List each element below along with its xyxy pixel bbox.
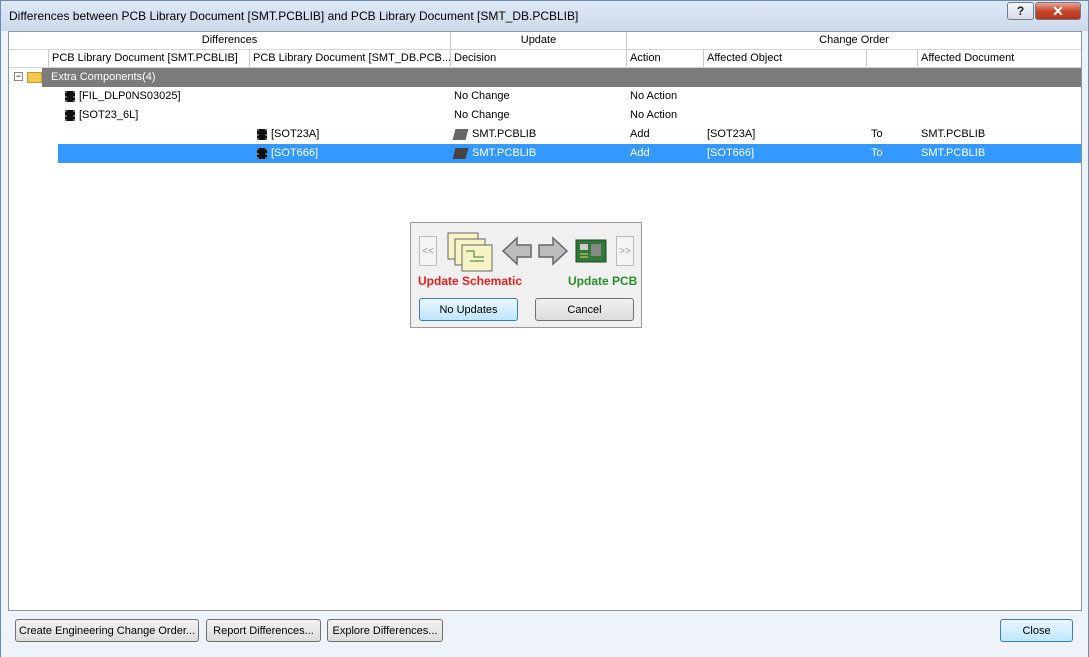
- column-header-affected-object[interactable]: Affected Object: [704, 50, 867, 67]
- column-header-doc2[interactable]: PCB Library Document [SMT_DB.PCB...: [250, 50, 451, 67]
- window-close-button[interactable]: ✕: [1035, 2, 1081, 20]
- group-row-extra-components[interactable]: Extra Components(4): [42, 68, 1081, 87]
- group-header-row: Differences Update Change Order: [9, 32, 1081, 50]
- close-button[interactable]: Close: [1000, 619, 1073, 642]
- table-row[interactable]: [SOT23_6L] No Change No Action: [9, 106, 1081, 125]
- affected-document-cell: SMT.PCBLIB: [921, 128, 986, 140]
- action-cell: No Action: [630, 90, 678, 102]
- close-icon: ✕: [1052, 2, 1064, 19]
- to-cell: To: [871, 147, 883, 159]
- schematic-documents-icon: [447, 232, 493, 272]
- update-direction-popup: << >> Update Schematic Update PCB No Upd…: [410, 222, 642, 328]
- header-differences[interactable]: Differences: [9, 32, 451, 49]
- doc1-cell: [SOT23_6L]: [65, 106, 138, 125]
- component-icon: [257, 147, 267, 159]
- doc1-cell: [FIL_DLP0NS03025]: [65, 87, 181, 106]
- affected-object-cell: [SOT23A]: [707, 128, 756, 140]
- to-cell: To: [871, 128, 883, 140]
- column-header-row: PCB Library Document [SMT.PCBLIB] PCB Li…: [9, 50, 1081, 68]
- component-icon: [65, 109, 75, 121]
- column-header-to[interactable]: [867, 50, 918, 67]
- header-update[interactable]: Update: [451, 32, 627, 49]
- header-change-order[interactable]: Change Order: [627, 32, 1081, 49]
- component-icon: [257, 128, 267, 140]
- group-label: Extra Components(4): [51, 71, 156, 83]
- table-row[interactable]: [FIL_DLP0NS03025] No Change No Action: [9, 87, 1081, 106]
- table-row-selected[interactable]: [SOT666] SMT.PCBLIB Add [SOT666] To SMT.…: [9, 144, 1081, 163]
- update-icon: [452, 147, 469, 159]
- column-header-doc1[interactable]: PCB Library Document [SMT.PCBLIB]: [49, 50, 250, 67]
- decision-cell: SMT.PCBLIB: [452, 144, 537, 163]
- title-bar[interactable]: Differences between PCB Library Document…: [1, 1, 1088, 31]
- collapse-toggle[interactable]: −: [14, 72, 23, 81]
- action-cell: Add: [630, 128, 650, 140]
- column-header-blank: [9, 50, 49, 67]
- doc1-value: [SOT23_6L]: [79, 109, 139, 121]
- dialog-window: Differences between PCB Library Document…: [0, 0, 1089, 657]
- right-arrow-icon[interactable]: [537, 235, 569, 267]
- column-header-decision[interactable]: Decision: [451, 50, 627, 67]
- previous-button[interactable]: <<: [419, 236, 437, 266]
- action-cell: Add: [630, 147, 650, 159]
- footer-bar: Create Engineering Change Order... Repor…: [1, 613, 1088, 657]
- action-cell: No Action: [630, 109, 678, 121]
- decision-value: SMT.PCBLIB: [472, 128, 537, 140]
- doc2-cell: [SOT666]: [257, 144, 318, 163]
- folder-icon: [27, 72, 42, 83]
- update-pcb-label[interactable]: Update PCB: [568, 274, 637, 288]
- cancel-button[interactable]: Cancel: [535, 298, 634, 321]
- decision-cell: No Change: [454, 109, 510, 121]
- doc1-value: [FIL_DLP0NS03025]: [79, 90, 181, 102]
- window-title: Differences between PCB Library Document…: [9, 9, 579, 23]
- affected-object-cell: [SOT666]: [707, 147, 755, 159]
- column-header-affected-document[interactable]: Affected Document: [918, 50, 1081, 67]
- left-arrow-icon[interactable]: [501, 235, 533, 267]
- decision-value: SMT.PCBLIB: [472, 147, 537, 159]
- update-icon: [452, 128, 469, 140]
- report-differences-button[interactable]: Report Differences...: [206, 619, 321, 642]
- update-schematic-label[interactable]: Update Schematic: [418, 274, 522, 288]
- table-row[interactable]: [SOT23A] SMT.PCBLIB Add [SOT23A] To SMT.…: [9, 125, 1081, 144]
- decision-cell: SMT.PCBLIB: [452, 125, 537, 144]
- column-header-action[interactable]: Action: [627, 50, 704, 67]
- next-button[interactable]: >>: [616, 236, 634, 266]
- create-eco-button[interactable]: Create Engineering Change Order...: [15, 619, 199, 642]
- doc2-cell: [SOT23A]: [257, 125, 319, 144]
- doc2-value: [SOT666]: [271, 147, 319, 159]
- help-button[interactable]: ?: [1007, 2, 1034, 20]
- selection-highlight: [SOT666] SMT.PCBLIB Add [SOT666] To SMT.…: [58, 144, 1081, 163]
- decision-cell: No Change: [454, 90, 510, 102]
- affected-document-cell: SMT.PCBLIB: [921, 147, 986, 159]
- no-updates-button[interactable]: No Updates: [419, 298, 518, 321]
- component-icon: [65, 90, 75, 102]
- explore-differences-button[interactable]: Explore Differences...: [327, 619, 443, 642]
- doc2-value: [SOT23A]: [271, 128, 320, 140]
- pcb-board-icon: [575, 239, 607, 263]
